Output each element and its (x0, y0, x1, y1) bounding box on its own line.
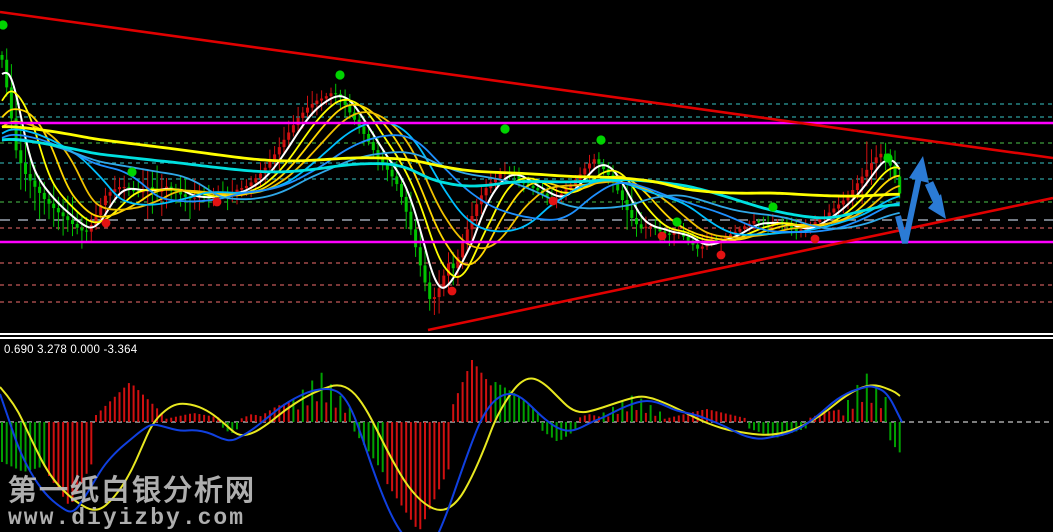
watermark-site-url: www.diyizby.com (8, 506, 256, 530)
sell-signal-dot (549, 197, 558, 206)
macd-values-label: 0.690 3.278 0.000 -3.364 (4, 344, 137, 356)
sell-signal-dot (658, 232, 667, 241)
buy-signal-dot (768, 202, 777, 211)
buy-signal-dot (127, 167, 136, 176)
buy-signal-dot (596, 135, 605, 144)
trendline (0, 12, 1053, 158)
sell-signal-dot (811, 235, 820, 244)
trendline (428, 198, 1053, 330)
sell-signal-dot (213, 198, 222, 207)
ma-line-144 (2, 127, 900, 196)
sell-signal-dot (448, 287, 457, 296)
trading-chart-window: 0.690 3.278 0.000 -3.364 第一纸白银分析网 www.di… (0, 0, 1053, 532)
blue-zigzag-arrow (898, 156, 946, 243)
buy-signal-dot (335, 70, 344, 79)
panel-separator-line (0, 337, 1053, 339)
buy-signal-dot (0, 20, 8, 29)
price-chart-canvas[interactable] (0, 0, 1053, 333)
buy-signal-dot (672, 217, 681, 226)
watermark-site-name: 第一纸白银分析网 (8, 476, 256, 506)
buy-signal-dot (500, 124, 509, 133)
sell-signal-dot (717, 251, 726, 260)
watermark: 第一纸白银分析网 www.diyizby.com (8, 476, 256, 531)
buy-signal-dot (883, 153, 892, 162)
sell-signal-dot (102, 219, 111, 228)
panel-separator-line (0, 333, 1053, 335)
moving-average-lines (2, 73, 900, 288)
